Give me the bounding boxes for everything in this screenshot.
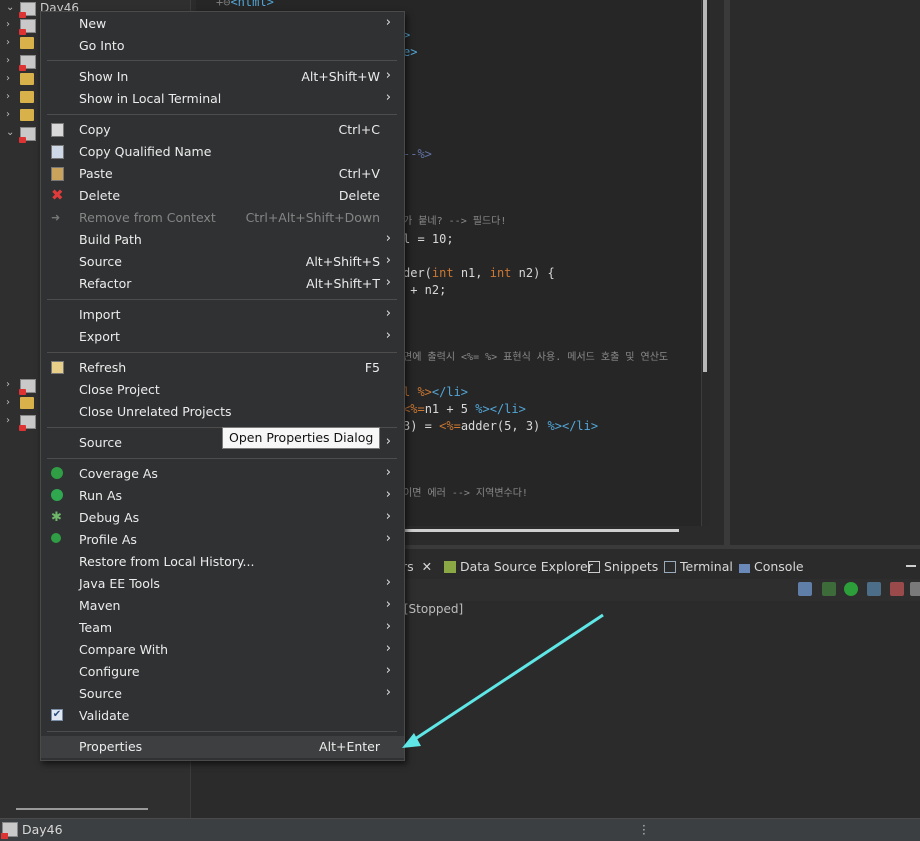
annotation-arrow-line [411,613,604,743]
annotation-arrow [402,613,604,748]
